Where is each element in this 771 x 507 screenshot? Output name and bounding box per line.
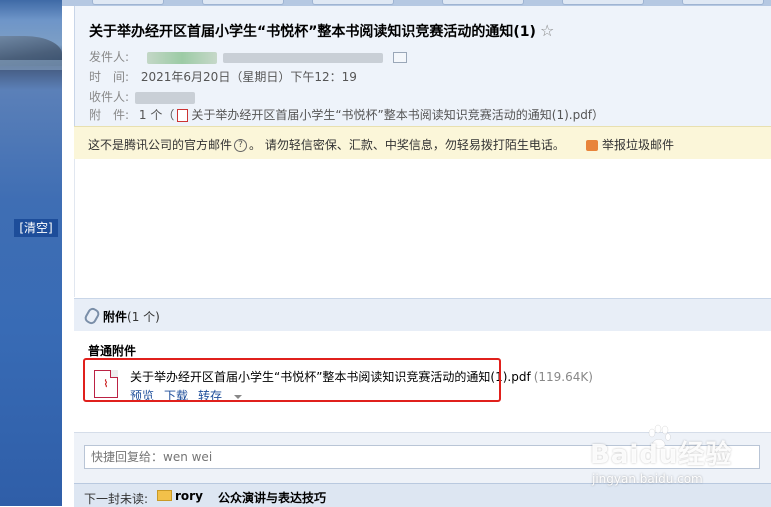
notice-text-main: 这不是腾讯公司的官方邮件 (88, 138, 233, 152)
quick-reply-input[interactable] (84, 445, 760, 469)
attachments-count: (1 个) (127, 310, 160, 324)
file-name-text: 关于举办经开区首届小学生“书悦杯”整本书阅读知识竞赛活动的通知(1).pdf (130, 370, 531, 384)
report-spam-link[interactable]: 举报垃圾邮件 (586, 136, 674, 153)
attachments-title-text: 附件 (103, 310, 128, 324)
security-notice: 这不是腾讯公司的官方邮件?。 请勿轻信密保、汇款、中奖信息，勿轻易拨打陌生电话。… (74, 126, 771, 160)
attachment-file-name[interactable]: 关于举办经开区首届小学生“书悦杯”整本书阅读知识竞赛活动的通知(1).pdf (1… (130, 368, 593, 385)
attachment-summary-link[interactable]: 关于举办经开区首届小学生“书悦杯”整本书阅读知识竞赛活动的通知(1).pdf） (191, 108, 604, 122)
pdf-file-icon[interactable]: ⌇ (94, 370, 118, 398)
transfer-label: 转存 (198, 389, 223, 403)
left-background: [清空] (0, 0, 62, 506)
chevron-down-icon (234, 394, 243, 399)
paperclip-icon (82, 306, 102, 326)
attachments-list: 普通附件 ⌇ 关于举办经开区首届小学生“书悦杯”整本书阅读知识竞赛活动的通知(1… (74, 331, 771, 431)
toolbar-button[interactable] (312, 0, 394, 5)
notice-text-warning: 。 请勿轻信密保、汇款、中奖信息，勿轻易拨打陌生电话。 (249, 138, 565, 152)
clear-button[interactable]: [清空] (14, 219, 58, 237)
next-mail-label: 下一封未读: (84, 492, 149, 506)
lake-shore (0, 60, 62, 70)
toolbar-button[interactable] (202, 0, 284, 5)
notice-text: 这不是腾讯公司的官方邮件?。 请勿轻信密保、汇款、中奖信息，勿轻易拨打陌生电话。 (88, 136, 565, 153)
page-fold (110, 370, 118, 378)
to-row: 收件人: (89, 88, 195, 105)
envelope-icon (157, 490, 172, 501)
quick-reply-area (74, 432, 771, 483)
report-label: 举报垃圾邮件 (602, 138, 675, 152)
star-icon[interactable]: ☆ (540, 21, 554, 40)
mail-body (74, 159, 771, 297)
help-icon[interactable]: ? (234, 139, 248, 152)
attachment-actions: 预览 下载 转存 (130, 387, 252, 404)
toolbar-button[interactable] (562, 0, 644, 5)
file-size: (119.64K) (533, 370, 593, 384)
attachment-section-label: 普通附件 (88, 344, 137, 358)
attachments-header: 附件(1 个) (74, 298, 771, 332)
toolbar-button[interactable] (92, 0, 164, 5)
attachment-row: 附 件: 1 个（ 关于举办经开区首届小学生“书悦杯”整本书阅读知识竞赛活动的通知… (89, 106, 604, 123)
download-link[interactable]: 下载 (164, 389, 188, 403)
toolbar-button[interactable] (682, 0, 764, 5)
report-icon (586, 140, 598, 151)
pdf-icon (177, 109, 189, 122)
contact-card-icon[interactable] (392, 52, 407, 63)
time-label: 时 间: (89, 70, 130, 84)
mail-header: 关于举办经开区首届小学生“书悦杯”整本书阅读知识竞赛活动的通知(1) ☆ 发件人:… (74, 6, 771, 126)
mail-reader: 关于举办经开区首届小学生“书悦杯”整本书阅读知识竞赛活动的通知(1) ☆ 发件人:… (62, 0, 771, 507)
preview-link[interactable]: 预览 (130, 389, 154, 403)
sender-address-redacted (222, 52, 383, 63)
to-label: 收件人: (89, 90, 130, 104)
next-mail-bar: 下一封未读: rory 公众演讲与表达技巧 (74, 483, 771, 507)
next-mail-subject[interactable]: 公众演讲与表达技巧 (218, 489, 326, 506)
acrobat-mark: ⌇ (103, 379, 109, 390)
time-row: 时 间: 2021年6月20日（星期日）下午12：19 (89, 68, 357, 85)
from-row: 发件人: (89, 48, 407, 65)
from-label: 发件人: (89, 50, 130, 64)
attachments-title: 附件(1 个) (103, 308, 160, 325)
subject-text: 关于举办经开区首届小学生“书悦杯”整本书阅读知识竞赛活动的通知(1) (89, 24, 536, 40)
time-value: 2021年6月20日（星期日）下午12：19 (140, 70, 357, 84)
recipient-redacted (134, 91, 195, 104)
attachment-label: 附 件: (89, 108, 130, 122)
attachment-count: 1 个（ (138, 108, 175, 122)
next-mail-sender[interactable]: rory (175, 489, 203, 503)
toolbar-button[interactable] (442, 0, 524, 5)
mail-subject: 关于举办经开区首届小学生“书悦杯”整本书阅读知识竞赛活动的通知(1) ☆ (89, 21, 554, 41)
transfer-link[interactable]: 转存 (198, 389, 243, 403)
attachment-item: ⌇ 关于举办经开区首届小学生“书悦杯”整本书阅读知识竞赛活动的通知(1).pdf… (88, 362, 593, 403)
sender-redacted (146, 51, 217, 64)
